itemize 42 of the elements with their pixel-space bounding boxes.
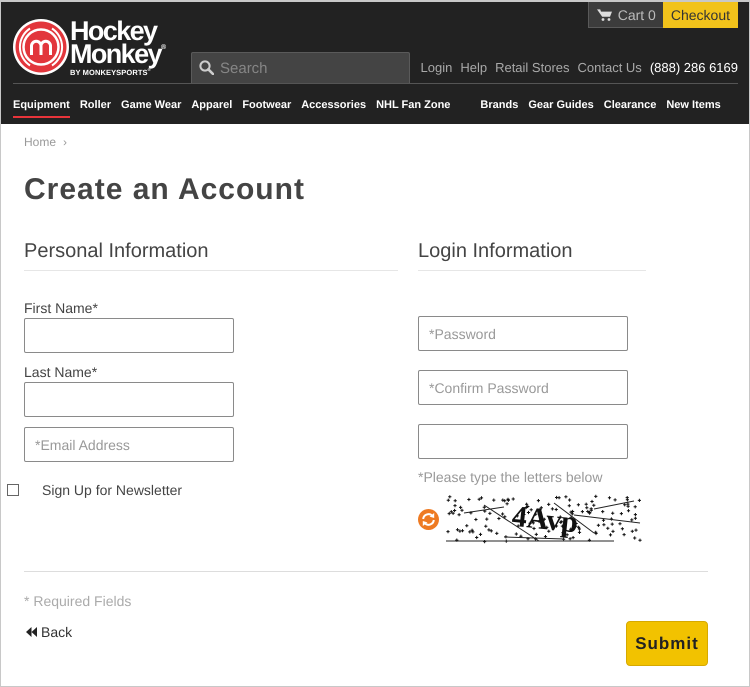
nav-link[interactable]: Game Wear [121, 96, 182, 118]
refresh-icon[interactable] [418, 508, 439, 530]
input-field[interactable]: *Confirm Password [418, 370, 628, 405]
nav-link[interactable]: Brands [480, 96, 518, 118]
nav-link[interactable]: New Items [666, 96, 721, 118]
nav-link[interactable]: Gear Guides [528, 96, 594, 118]
submit-button[interactable]: Submit [626, 621, 708, 666]
header-link[interactable]: Help [460, 60, 488, 75]
cart-icon [596, 8, 612, 20]
header-link[interactable]: Contact Us [578, 60, 642, 75]
nav-link[interactable]: Clearance [604, 96, 656, 118]
cart-button[interactable]: Cart 0 [588, 2, 663, 28]
nav-link[interactable]: Apparel [191, 96, 232, 118]
required-note: * Required Fields [24, 592, 132, 610]
captcha-hint: *Please type the letters below [418, 468, 602, 486]
breadcrumb-separator: › [63, 134, 68, 150]
input-field[interactable]: *Email Address [24, 427, 234, 462]
nav-link[interactable]: Footwear [242, 96, 292, 118]
header-link[interactable]: Login [420, 60, 452, 75]
checkout-button[interactable]: Checkout [662, 2, 738, 28]
checkbox[interactable] [7, 484, 19, 496]
nav-link[interactable]: Equipment [13, 96, 70, 118]
field-label: Last Name* [24, 363, 98, 381]
page-title: Create an Account [24, 172, 305, 208]
header-link[interactable]: Retail Stores [495, 60, 570, 75]
back-link[interactable]: Back [26, 623, 72, 641]
phone-number[interactable]: (888) 286 6169 [650, 60, 738, 75]
nav-link[interactable]: Roller [80, 96, 112, 118]
nav-link[interactable]: NHL Fan Zone [376, 96, 450, 118]
field-label: First Name* [24, 299, 98, 317]
section-heading: Personal Information [24, 239, 209, 264]
input-field[interactable] [24, 318, 234, 353]
input-field[interactable] [418, 424, 628, 459]
logo-icon[interactable] [13, 19, 69, 75]
nav-link[interactable]: Accessories [301, 96, 366, 118]
back-icon [26, 627, 37, 637]
search-icon [199, 60, 214, 75]
input-field[interactable] [24, 382, 234, 417]
search-field[interactable]: Search [191, 52, 410, 83]
section-heading: Login Information [418, 239, 573, 264]
input-field[interactable]: *Password [418, 316, 628, 351]
checkbox-label[interactable]: Sign Up for Newsletter [42, 481, 182, 499]
